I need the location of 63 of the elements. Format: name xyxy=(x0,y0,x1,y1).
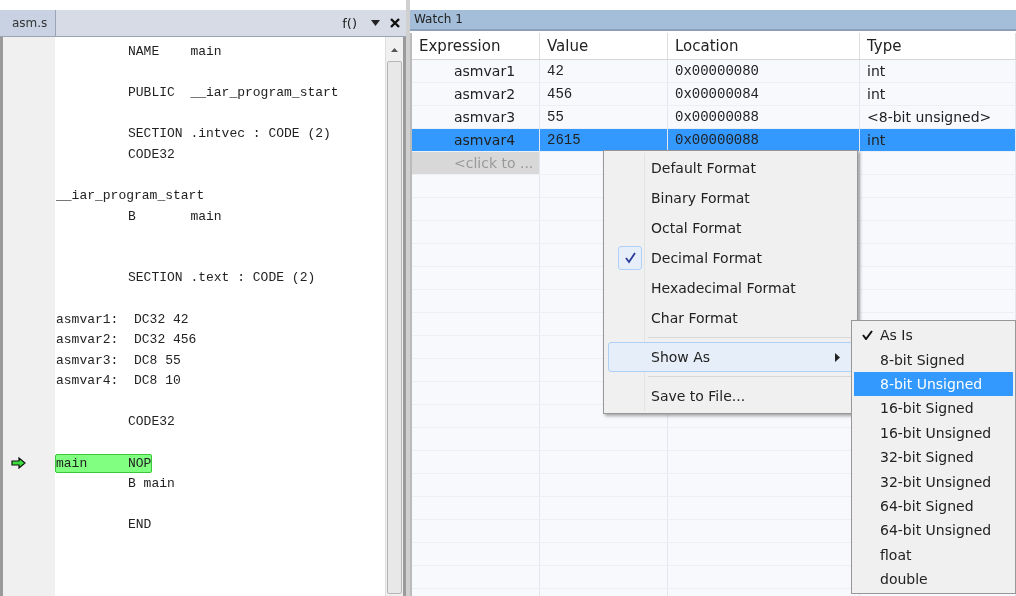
table-cell: <8-bit unsigned> xyxy=(860,106,1016,128)
table-cell: int xyxy=(860,83,1016,105)
code-label: asmvar3: DC8 55 xyxy=(56,352,181,368)
menu-item[interactable]: Hexadecimal Format xyxy=(608,273,853,303)
code-text: SECTION .intvec : CODE (2) xyxy=(128,126,331,142)
code-label: __iar_program_start xyxy=(56,187,205,203)
menu-item[interactable]: Decimal Format xyxy=(608,243,853,273)
column-header[interactable]: Location xyxy=(668,33,860,59)
code-text: B main xyxy=(128,208,222,224)
table-cell: 0x00000084 xyxy=(668,83,860,105)
code-label: asmvar2: DC32 456 xyxy=(56,332,197,348)
table-row[interactable]: asmvar2 456 0x00000084 int xyxy=(412,83,1016,106)
menu-item[interactable]: 32-bit Signed xyxy=(854,444,1013,470)
code-text: B main xyxy=(128,476,175,492)
column-header[interactable]: Type xyxy=(860,33,1016,59)
menu-item[interactable]: 64-bit Signed xyxy=(854,493,1013,519)
menu-item[interactable]: 16-bit Unsigned xyxy=(854,420,1013,445)
code-text: SECTION .text : CODE (2) xyxy=(128,270,316,286)
table-cell: asmvar4 xyxy=(412,129,540,151)
column-header[interactable]: Expression xyxy=(412,33,540,59)
window-title: Watch 1 xyxy=(410,10,1016,31)
table-cell: asmvar3 xyxy=(412,106,540,128)
menu-item[interactable]: 16-bit Signed xyxy=(854,396,1013,421)
menu-item[interactable]: Char Format xyxy=(608,303,853,333)
table-row[interactable]: asmvar1 42 0x00000080 int xyxy=(412,60,1016,83)
close-icon[interactable] xyxy=(390,18,400,28)
table-row[interactable]: asmvar3 55 0x00000088 <8-bit unsigned> xyxy=(412,106,1016,129)
code-label: asmvar4: DC8 10 xyxy=(56,373,181,389)
scroll-up-icon[interactable] xyxy=(391,48,398,52)
code-text: PUBLIC __iar_program_start xyxy=(128,85,339,100)
menu-item[interactable]: Binary Format xyxy=(608,183,853,213)
code-label: main xyxy=(56,455,88,471)
menu-item[interactable]: 8-bit Signed xyxy=(854,347,1013,372)
table-cell: int xyxy=(860,60,1016,82)
code-text: CODE32 xyxy=(128,146,175,162)
table-cell: int xyxy=(860,129,1016,151)
menu-item[interactable]: As Is xyxy=(854,323,1013,348)
table-cell: 0x00000080 xyxy=(668,60,860,82)
file-tab[interactable]: asm.s xyxy=(0,10,57,36)
menu-item[interactable]: double xyxy=(854,566,1013,592)
code-label: asmvar1: DC32 42 xyxy=(56,311,189,327)
table-cell: 55 xyxy=(540,106,668,128)
scrollbar-thumb[interactable] xyxy=(387,61,402,594)
code-text: END xyxy=(128,517,152,533)
table-cell: asmvar1 xyxy=(412,60,540,82)
menu-item[interactable]: Show As xyxy=(608,342,853,372)
table-cell: 456 xyxy=(540,83,668,105)
function-dropdown[interactable]: f() xyxy=(342,15,357,31)
menu-item[interactable]: Save to File... xyxy=(608,381,853,411)
code-text: NOP xyxy=(128,455,152,471)
menu-item[interactable]: 32-bit Unsigned xyxy=(854,469,1013,494)
vertical-scrollbar[interactable] xyxy=(385,37,403,596)
code-text: CODE32 xyxy=(128,414,175,430)
table-cell: asmvar2 xyxy=(412,83,540,105)
dropdown-arrow-icon[interactable] xyxy=(371,20,380,26)
table-row[interactable]: asmvar4 2615 0x00000088 int xyxy=(412,129,1016,152)
column-header[interactable]: Value xyxy=(540,33,668,59)
menu-item[interactable]: Default Format xyxy=(608,153,853,183)
code-text: NAME main xyxy=(128,43,222,59)
menu-item[interactable]: Octal Format xyxy=(608,213,853,243)
table-cell: 42 xyxy=(540,60,668,82)
table-cell: 0x00000088 xyxy=(668,106,860,128)
submenu-arrow-icon xyxy=(835,352,840,362)
